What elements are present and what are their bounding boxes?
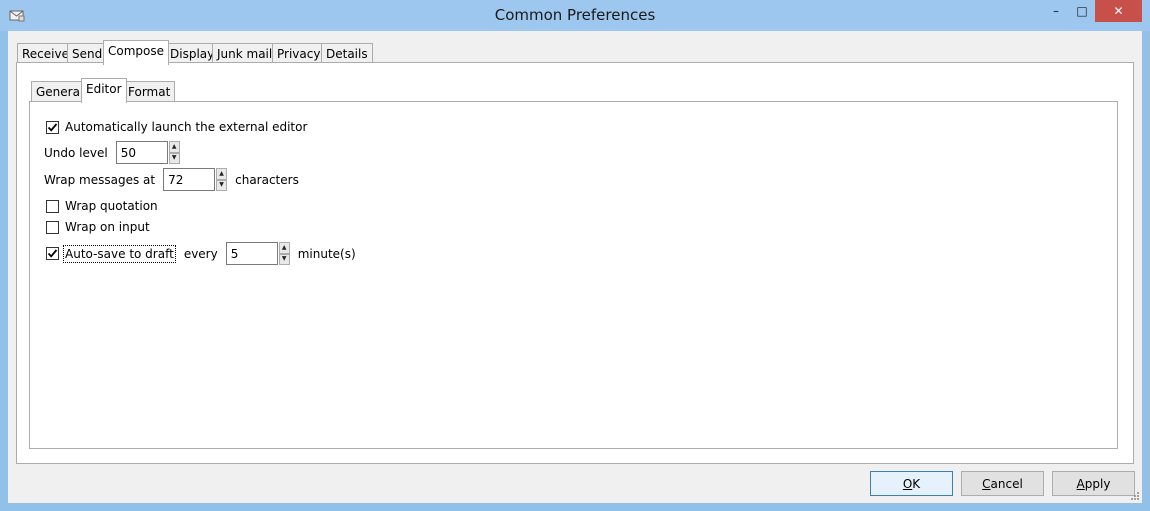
wrap-quotation-checkbox[interactable] xyxy=(46,199,59,213)
cancel-label: ancel xyxy=(990,476,1023,491)
resize-grip-icon[interactable] xyxy=(1130,491,1140,501)
auto-launch-row[interactable]: Automatically launch the external editor xyxy=(46,120,307,134)
auto-save-every-label: every xyxy=(183,246,218,261)
dialog-body: Receive Send Compose Display Junk mail P… xyxy=(8,31,1142,503)
apply-mnemonic: A xyxy=(1076,476,1085,491)
undo-level-down-button[interactable]: ▼ xyxy=(168,152,180,164)
undo-level-row: Undo level ▲ ▼ xyxy=(44,141,188,164)
wrap-on-input-checkbox[interactable] xyxy=(46,220,59,234)
subtab-format[interactable]: Format xyxy=(123,81,176,103)
checkmark-icon xyxy=(47,122,58,132)
ok-mnemonic: O xyxy=(902,476,913,491)
undo-level-up-button[interactable]: ▲ xyxy=(168,141,180,153)
apply-label: pply xyxy=(1084,476,1111,491)
window-title: Common Preferences xyxy=(494,6,656,24)
checkmark-icon xyxy=(47,249,58,258)
wrap-messages-input[interactable] xyxy=(163,168,216,191)
ok-label: K xyxy=(912,476,921,491)
auto-save-down-button[interactable]: ▼ xyxy=(278,253,290,265)
cancel-button[interactable]: Cancel xyxy=(961,471,1044,496)
auto-save-suffix: minute(s) xyxy=(297,246,356,261)
wrap-on-input-label: Wrap on input xyxy=(65,220,150,234)
minimize-icon: – xyxy=(1053,4,1059,18)
cancel-mnemonic: C xyxy=(982,476,991,491)
minimize-button[interactable]: – xyxy=(1043,0,1069,22)
wrap-on-input-row[interactable]: Wrap on input xyxy=(46,220,150,234)
auto-save-up-button[interactable]: ▲ xyxy=(278,242,290,254)
maximize-icon: □ xyxy=(1076,4,1088,18)
auto-save-label[interactable]: Auto-save to draft xyxy=(63,244,176,263)
auto-save-checkbox[interactable] xyxy=(46,247,59,260)
apply-button[interactable]: Apply xyxy=(1052,471,1135,496)
wrap-messages-row: Wrap messages at ▲ ▼ characters xyxy=(44,168,299,191)
ok-button[interactable]: OK xyxy=(870,471,953,496)
wrap-messages-suffix: characters xyxy=(235,172,299,187)
tab-compose[interactable]: Compose xyxy=(103,40,170,65)
wrap-messages-label: Wrap messages at xyxy=(44,172,156,187)
undo-level-label: Undo level xyxy=(44,145,108,160)
auto-launch-checkbox[interactable] xyxy=(46,120,59,134)
undo-level-spinner[interactable]: ▲ ▼ xyxy=(115,141,180,164)
wrap-messages-up-button[interactable]: ▲ xyxy=(216,168,228,180)
maximize-button[interactable]: □ xyxy=(1069,0,1095,22)
wrap-quotation-row[interactable]: Wrap quotation xyxy=(46,199,158,213)
wrap-quotation-label: Wrap quotation xyxy=(65,199,158,213)
auto-save-row: Auto-save to draft every ▲ ▼ minute(s) xyxy=(46,242,356,265)
auto-save-input[interactable] xyxy=(225,242,278,265)
close-button[interactable]: ✕ xyxy=(1095,0,1142,22)
editor-panel xyxy=(29,101,1118,449)
preferences-window: Common Preferences – □ ✕ Receive Send Co… xyxy=(0,0,1150,511)
auto-launch-label: Automatically launch the external editor xyxy=(65,120,308,134)
close-icon: ✕ xyxy=(1113,4,1124,18)
wrap-messages-spinner[interactable]: ▲ ▼ xyxy=(163,168,228,191)
title-bar[interactable]: Common Preferences – □ ✕ xyxy=(0,0,1150,31)
auto-save-spinner[interactable]: ▲ ▼ xyxy=(225,242,290,265)
subtab-editor[interactable]: Editor xyxy=(81,78,127,103)
subtab-general[interactable]: General xyxy=(31,81,89,103)
undo-level-input[interactable] xyxy=(115,141,168,164)
wrap-messages-down-button[interactable]: ▼ xyxy=(216,179,228,191)
